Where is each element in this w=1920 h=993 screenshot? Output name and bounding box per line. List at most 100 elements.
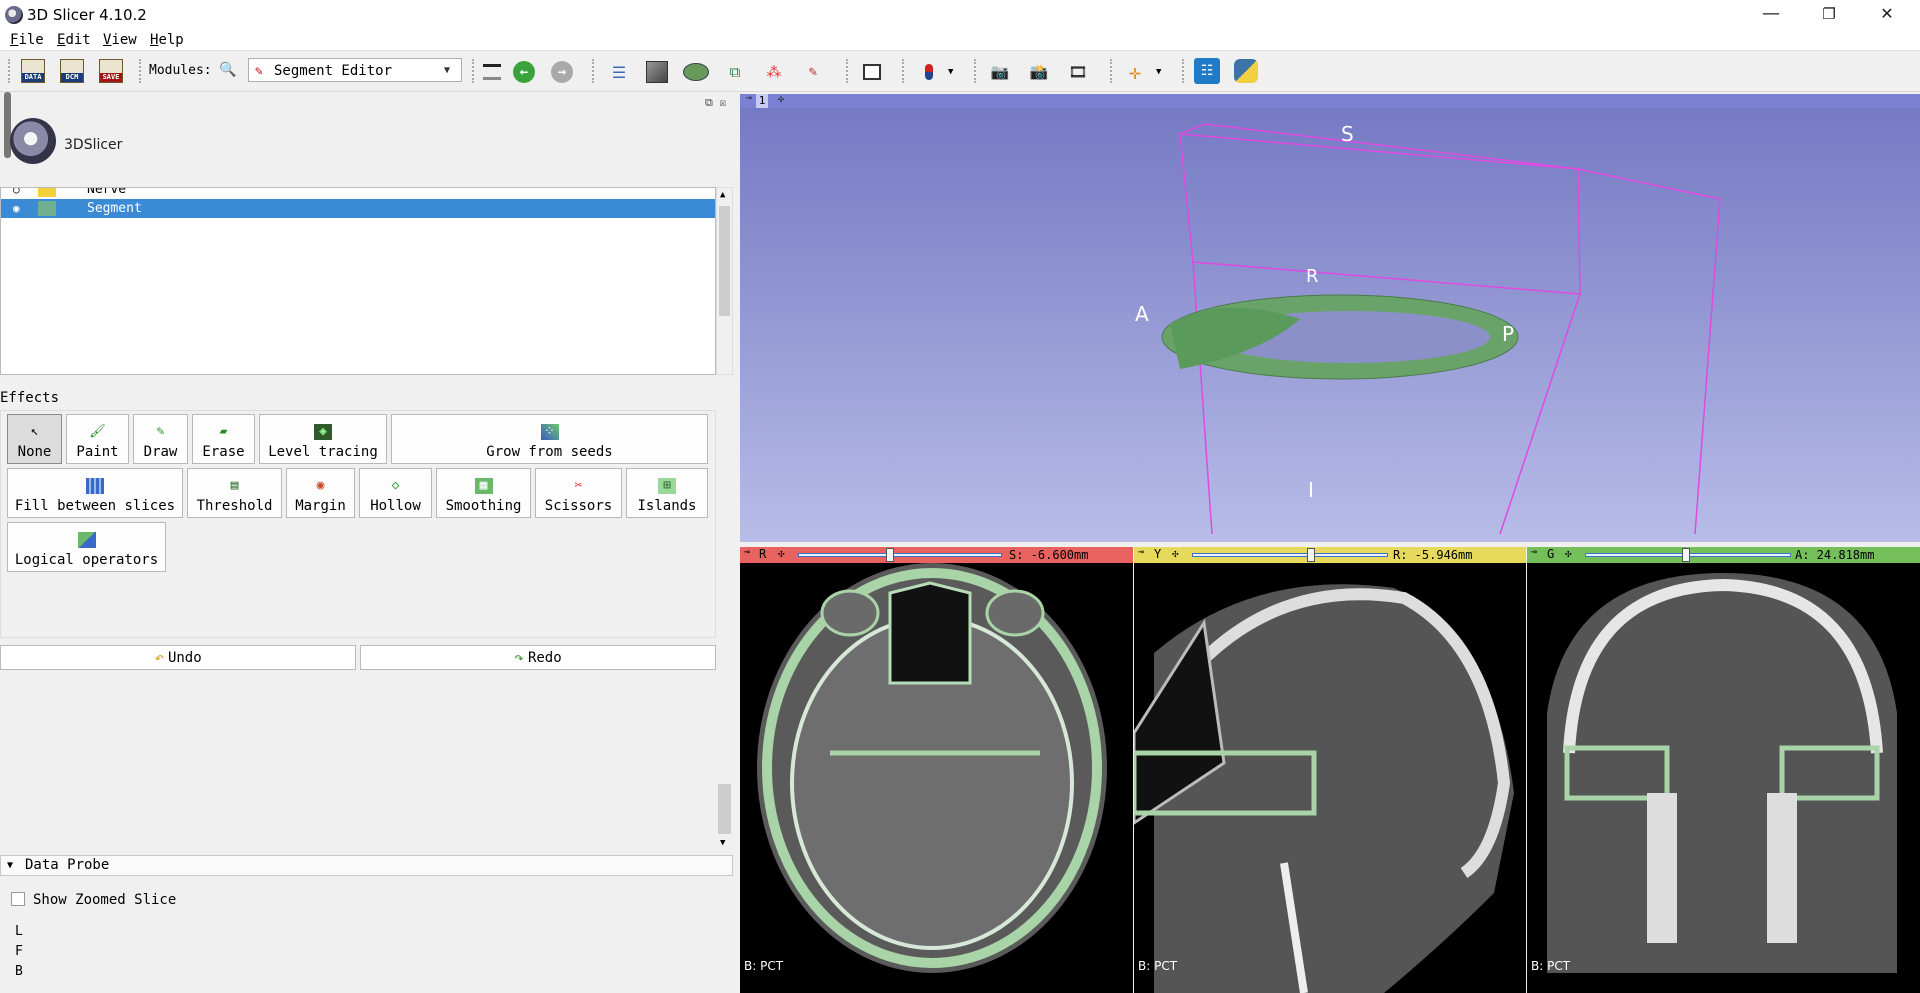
segments-table[interactable]: ○ Nerve ◉ Segment <box>0 187 716 375</box>
effect-grow-from-seeds-button[interactable]: ⁘ Grow from seeds <box>391 414 708 464</box>
3d-view-controller-bar[interactable]: ⊸ ✣ <box>740 93 1920 108</box>
eye-icon[interactable]: ○ <box>13 188 20 199</box>
red-slice-slider-handle[interactable] <box>886 548 894 562</box>
settings-icon[interactable]: ✣ <box>1565 547 1572 560</box>
probe-row-l: L <box>15 924 23 939</box>
capture-icon: 🎞 <box>1068 63 1088 81</box>
effect-scissors-button[interactable]: ✂ Scissors <box>535 468 622 518</box>
pin-icon[interactable]: ⊸ <box>1138 547 1144 558</box>
crosshair-mode-button[interactable] <box>915 58 943 86</box>
menu-edit[interactable]: Edit <box>57 30 91 50</box>
cursor-arrow-icon: ↖ <box>30 424 39 439</box>
effect-none-button[interactable]: ↖ None <box>7 414 62 464</box>
effect-islands-button[interactable]: ⊞ Islands <box>626 468 708 518</box>
smoothing-icon: ▦ <box>474 478 493 494</box>
layout-icon <box>863 64 881 80</box>
effect-margin-button[interactable]: ◉ Margin <box>286 468 355 518</box>
restore-button[interactable]: ❐ <box>1800 0 1858 30</box>
redo-button[interactable]: ↷ Redo <box>360 645 716 670</box>
undo-button[interactable]: ↶ Undo <box>0 645 356 670</box>
orientation-label-r: R <box>1306 266 1319 287</box>
settings-icon[interactable]: ✣ <box>1172 547 1179 560</box>
pin-icon[interactable]: ⊸ <box>744 547 750 558</box>
chevron-down-icon[interactable]: ▼ <box>1156 67 1161 77</box>
menu-file[interactable]: File <box>10 30 44 50</box>
chevron-down-icon[interactable]: ▼ <box>948 67 953 77</box>
chevron-up-icon[interactable]: ▲ <box>720 190 725 200</box>
transforms-button[interactable]: ⧉ <box>721 58 749 86</box>
effect-erase-button[interactable]: ▰ Erase <box>192 414 255 464</box>
pin-icon[interactable]: ⊸ <box>746 93 752 104</box>
settings-icon[interactable]: ✣ <box>778 547 785 560</box>
load-dicom-button[interactable]: DCM <box>58 57 86 85</box>
segment-editor-button[interactable]: ✎ <box>799 58 827 86</box>
eye-icon[interactable]: ◉ <box>13 199 20 218</box>
show-zoomed-slice-checkbox[interactable] <box>11 892 25 906</box>
effect-fill-between-slices-button[interactable]: Fill between slices <box>7 468 183 518</box>
back-button[interactable]: ← <box>510 58 538 86</box>
python-console-button[interactable] <box>1232 57 1260 85</box>
data-module-button[interactable]: ☰ <box>605 58 633 86</box>
effect-hollow-button[interactable]: ◇ Hollow <box>359 468 432 518</box>
module-search-icon[interactable]: 🔍 <box>219 62 236 78</box>
segments-scrollbar[interactable]: ▲ <box>716 187 733 375</box>
effect-paint-button[interactable]: 🖌 Paint <box>66 414 129 464</box>
toolbar-grip <box>8 59 13 83</box>
save-button[interactable]: SAVE <box>97 57 125 85</box>
volumes-button[interactable] <box>643 58 671 86</box>
menu-view[interactable]: View <box>103 30 137 50</box>
toolbar-grip <box>902 59 907 83</box>
menu-help[interactable]: Help <box>150 30 184 50</box>
panel-dock-buttons[interactable]: ⧉ ☒ <box>705 96 726 110</box>
effect-smoothing-button[interactable]: ▦ Smoothing <box>436 468 531 518</box>
green-slice-slider-handle[interactable] <box>1682 548 1690 562</box>
effect-draw-button[interactable]: ✎ Draw <box>133 414 188 464</box>
panel-scrollbar[interactable]: ▼ <box>716 680 733 850</box>
table-row[interactable]: ○ Nerve <box>1 187 715 199</box>
yellow-slice-view[interactable]: B: PCT <box>1134 563 1526 993</box>
panel-scroll-handle[interactable] <box>4 92 11 158</box>
scroll-thumb[interactable] <box>719 206 730 316</box>
minimize-button[interactable]: — <box>1742 0 1800 30</box>
segment-color-swatch[interactable] <box>38 201 56 216</box>
effect-logical-operators-button[interactable]: Logical operators <box>7 522 166 572</box>
scroll-thumb[interactable] <box>718 784 731 834</box>
screen-capture-button[interactable]: 🎞 <box>1064 58 1092 86</box>
yellow-slice-slider[interactable] <box>1192 553 1388 557</box>
table-row[interactable]: ◉ Segment <box>1 199 715 218</box>
segment-color-swatch[interactable] <box>38 188 56 197</box>
data-probe-header[interactable]: ▼ Data Probe <box>0 855 733 876</box>
camera-icon: 📷 <box>990 63 1010 81</box>
scene-view-button[interactable]: 📸 <box>1025 58 1053 86</box>
effect-threshold-button[interactable]: ▤ Threshold <box>187 468 282 518</box>
collapse-arrow-icon: ▼ <box>7 860 14 871</box>
3d-view[interactable] <box>740 94 1920 542</box>
toolbar-grip <box>1110 59 1115 83</box>
crosshair-button[interactable]: ✛ <box>1121 58 1149 86</box>
logical-operators-icon <box>77 532 96 548</box>
extension-manager-button[interactable]: ☷ <box>1193 57 1221 85</box>
segment-name: Nerve <box>87 187 127 197</box>
grow-from-seeds-icon: ⁘ <box>540 424 559 440</box>
toolbar-grip <box>974 59 979 83</box>
settings-icon[interactable]: ✣ <box>778 94 784 105</box>
yellow-slice-slider-handle[interactable] <box>1307 548 1315 562</box>
toolbar-grip <box>592 59 597 83</box>
red-slice-view[interactable]: B: PCT <box>740 563 1133 993</box>
forward-button[interactable]: → <box>548 58 576 86</box>
arrow-left-icon: ← <box>513 61 535 83</box>
module-history-button[interactable] <box>478 58 506 86</box>
screenshot-button[interactable]: 📷 <box>986 58 1014 86</box>
green-slice-view[interactable]: B: PCT <box>1527 563 1920 993</box>
layout-button[interactable] <box>858 58 886 86</box>
red-slice-slider[interactable] <box>798 553 1002 557</box>
data-probe-title: Data Probe <box>25 857 110 873</box>
models-button[interactable] <box>682 58 710 86</box>
close-button[interactable]: ✕ <box>1858 0 1916 30</box>
load-data-button[interactable]: DATA <box>19 57 47 85</box>
markups-button[interactable]: ⁂ <box>760 58 788 86</box>
slice-letter: R <box>759 547 767 561</box>
chevron-down-icon[interactable]: ▼ <box>720 838 725 848</box>
effect-level-tracing-button[interactable]: ◈ Level tracing <box>259 414 387 464</box>
pin-icon[interactable]: ⊸ <box>1531 547 1537 558</box>
